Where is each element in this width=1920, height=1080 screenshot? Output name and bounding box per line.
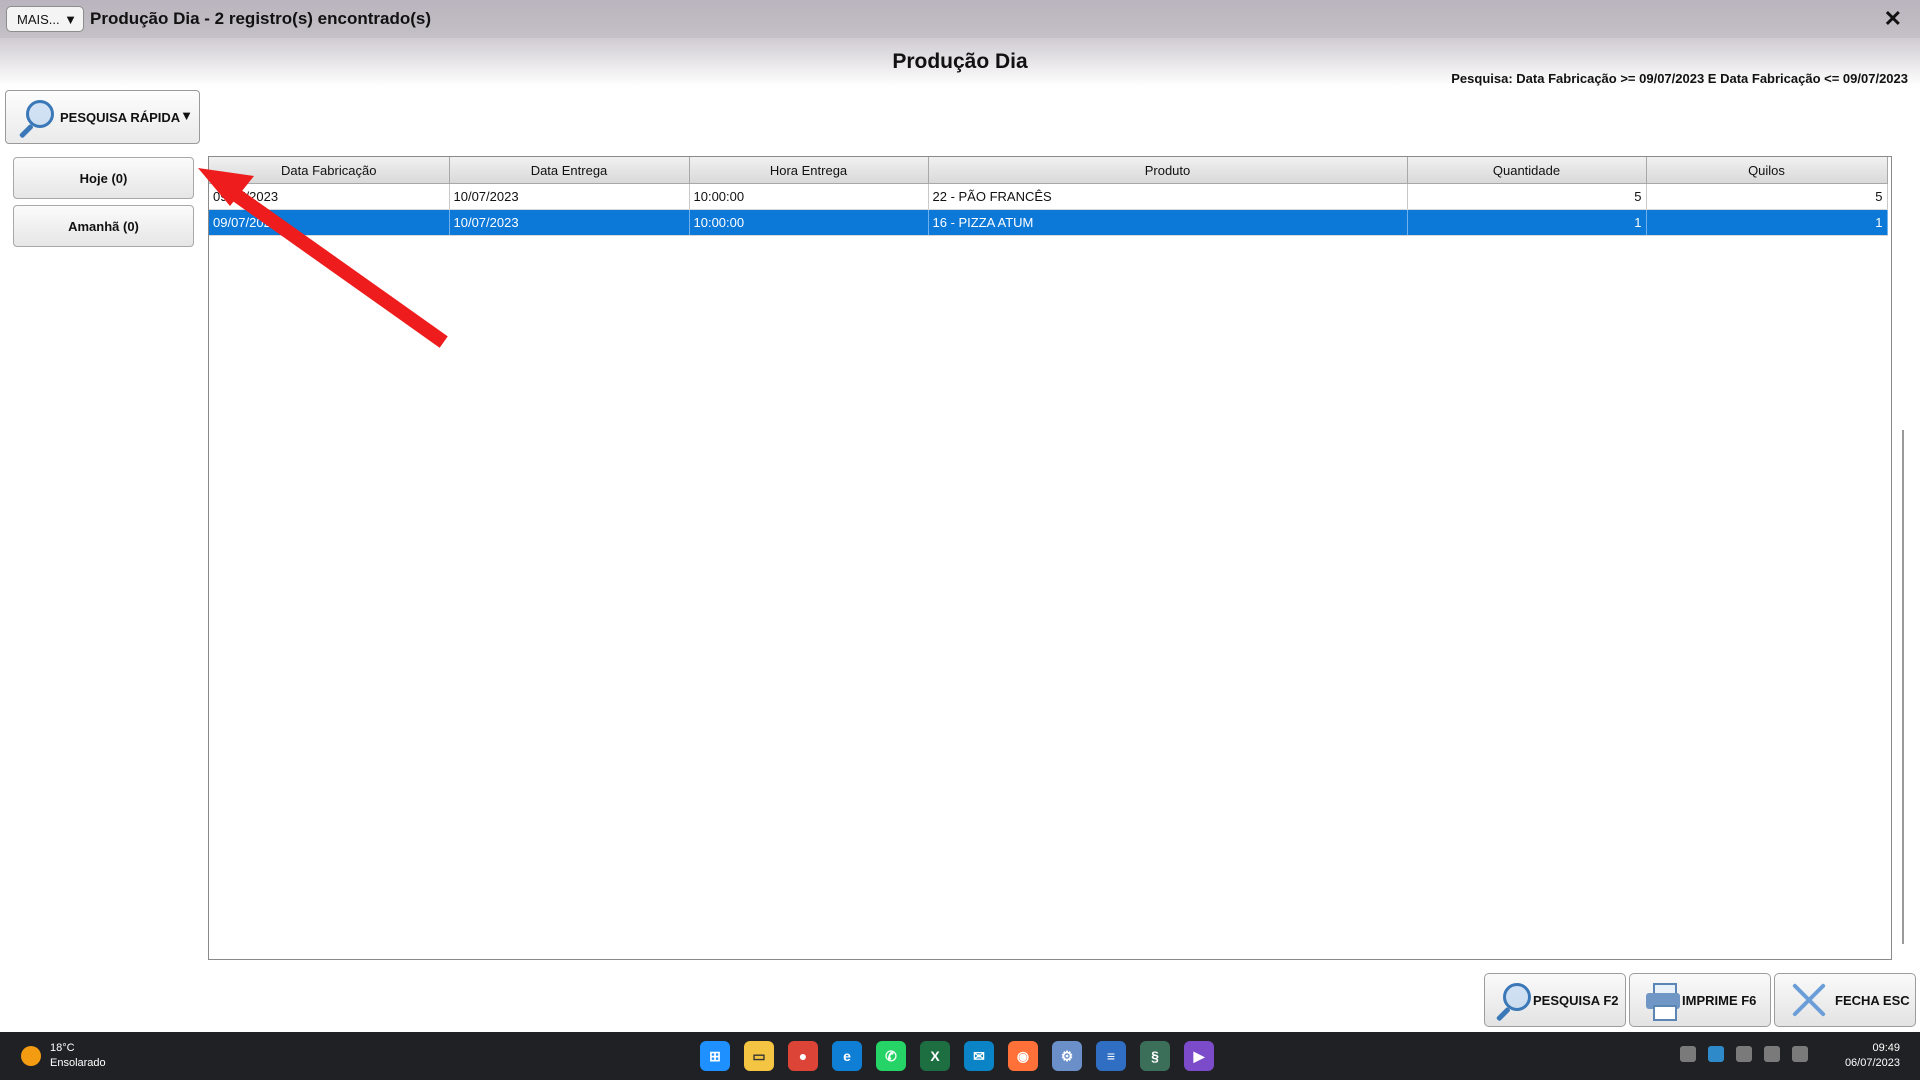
edge-icon[interactable]: e [832,1041,862,1071]
media-icon[interactable]: ▶ [1184,1041,1214,1071]
windows-start-icon[interactable]: ⊞ [700,1041,730,1071]
table-row[interactable]: 09/07/2023 10/07/2023 10:00:00 22 - PÃO … [209,183,1888,210]
cell-quilos: 5 [1646,183,1888,210]
cell-data-entrega: 10/07/2023 [449,209,690,236]
cloud-icon[interactable] [1736,1046,1752,1062]
column-header-hora-entrega[interactable]: Hora Entrega [689,157,929,184]
sidebar-item-label: Hoje (0) [79,170,128,186]
settings-icon[interactable]: ⚙ [1052,1041,1082,1071]
excel-icon[interactable]: X [920,1041,950,1071]
app-icon[interactable]: § [1140,1041,1170,1071]
usb-icon[interactable] [1680,1046,1696,1062]
firefox-icon[interactable]: ◉ [1008,1041,1038,1071]
production-table: Data Fabricação Data Entrega Hora Entreg… [209,157,1888,236]
chrome-icon[interactable]: ● [788,1041,818,1071]
taskbar-apps: ⊞ ▭ ● e ✆ X ✉ ◉ ⚙ ≡ § ▶ [700,1041,1214,1071]
cell-quantidade: 5 [1407,183,1647,210]
column-header-produto[interactable]: Produto [928,157,1408,184]
taskbar: 18°C Ensolarado ⊞ ▭ ● e ✆ X ✉ ◉ ⚙ ≡ § ▶ … [0,1032,1920,1080]
cell-quilos: 1 [1646,209,1888,236]
pesquisa-button[interactable]: PESQUISA F2 [1484,973,1626,1027]
search-filter-text: Pesquisa: Data Fabricação >= 09/07/2023 … [1451,71,1908,86]
cell-hora-entrega: 10:00:00 [689,209,929,236]
sun-icon[interactable] [21,1046,41,1066]
column-header-quantidade[interactable]: Quantidade [1407,157,1647,184]
volume-icon[interactable] [1792,1046,1808,1062]
vertical-scrollbar[interactable] [1902,430,1904,944]
magnifier-icon [1491,979,1533,1022]
window-title: Produção Dia - 2 registro(s) encontrado(… [90,9,431,28]
table-header-row: Data Fabricação Data Entrega Hora Entreg… [209,157,1888,184]
sidebar-item-hoje[interactable]: Hoje (0) [13,157,194,199]
mail-icon[interactable]: ✉ [964,1041,994,1071]
imprime-button[interactable]: IMPRIME F6 [1629,973,1771,1027]
quick-search-button[interactable]: PESQUISA RÁPIDA ▼ [5,90,200,144]
file-explorer-icon[interactable]: ▭ [744,1041,774,1071]
fecha-label: FECHA ESC [1835,992,1910,1008]
magnifier-icon [14,96,56,139]
table-row-selected[interactable]: 09/07/2023 10/07/2023 10:00:00 16 - PIZZ… [209,209,1888,236]
sidebar-item-amanha[interactable]: Amanhã (0) [13,205,194,247]
cell-quantidade: 1 [1407,209,1647,236]
quick-search-label: PESQUISA RÁPIDA [60,109,181,125]
weather-temperature: 18°C [50,1042,75,1054]
cell-hora-entrega: 10:00:00 [689,183,929,210]
pesquisa-label: PESQUISA F2 [1533,992,1619,1008]
chevron-down-icon: ▼ [64,11,77,27]
sidebar-item-label: Amanhã (0) [68,218,139,234]
clock-time[interactable]: 09:49 [1872,1042,1900,1054]
whatsapp-icon[interactable]: ✆ [876,1041,906,1071]
notepad-icon[interactable]: ≡ [1096,1041,1126,1071]
network-icon[interactable] [1764,1046,1780,1062]
imprime-label: IMPRIME F6 [1682,992,1757,1008]
cell-produto: 16 - PIZZA ATUM [928,209,1408,236]
mais-dropdown-button[interactable]: MAIS... ▼ [6,6,84,32]
weather-description: Ensolarado [50,1057,106,1069]
system-tray [1680,1046,1808,1062]
shield-icon[interactable] [1708,1046,1724,1062]
cell-data-fabricacao: 09/07/2023 [209,209,450,236]
cell-produto: 22 - PÃO FRANCÊS [928,183,1408,210]
column-header-data-entrega[interactable]: Data Entrega [449,157,690,184]
fecha-button[interactable]: FECHA ESC [1774,973,1916,1027]
clock-date[interactable]: 06/07/2023 [1845,1057,1900,1069]
close-icon[interactable]: ✕ [1884,6,1902,32]
chevron-down-icon: ▼ [180,108,193,123]
cell-data-fabricacao: 09/07/2023 [209,183,450,210]
data-grid[interactable]: Data Fabricação Data Entrega Hora Entreg… [208,156,1892,960]
cell-data-entrega: 10/07/2023 [449,183,690,210]
printer-icon [1644,981,1682,1021]
column-header-quilos[interactable]: Quilos [1646,157,1888,184]
title-bar: MAIS... ▼ Produção Dia - 2 registro(s) e… [0,0,1920,38]
close-icon [1791,982,1827,1018]
mais-label: MAIS... [17,11,60,27]
column-header-data-fabricacao[interactable]: Data Fabricação [209,157,450,184]
